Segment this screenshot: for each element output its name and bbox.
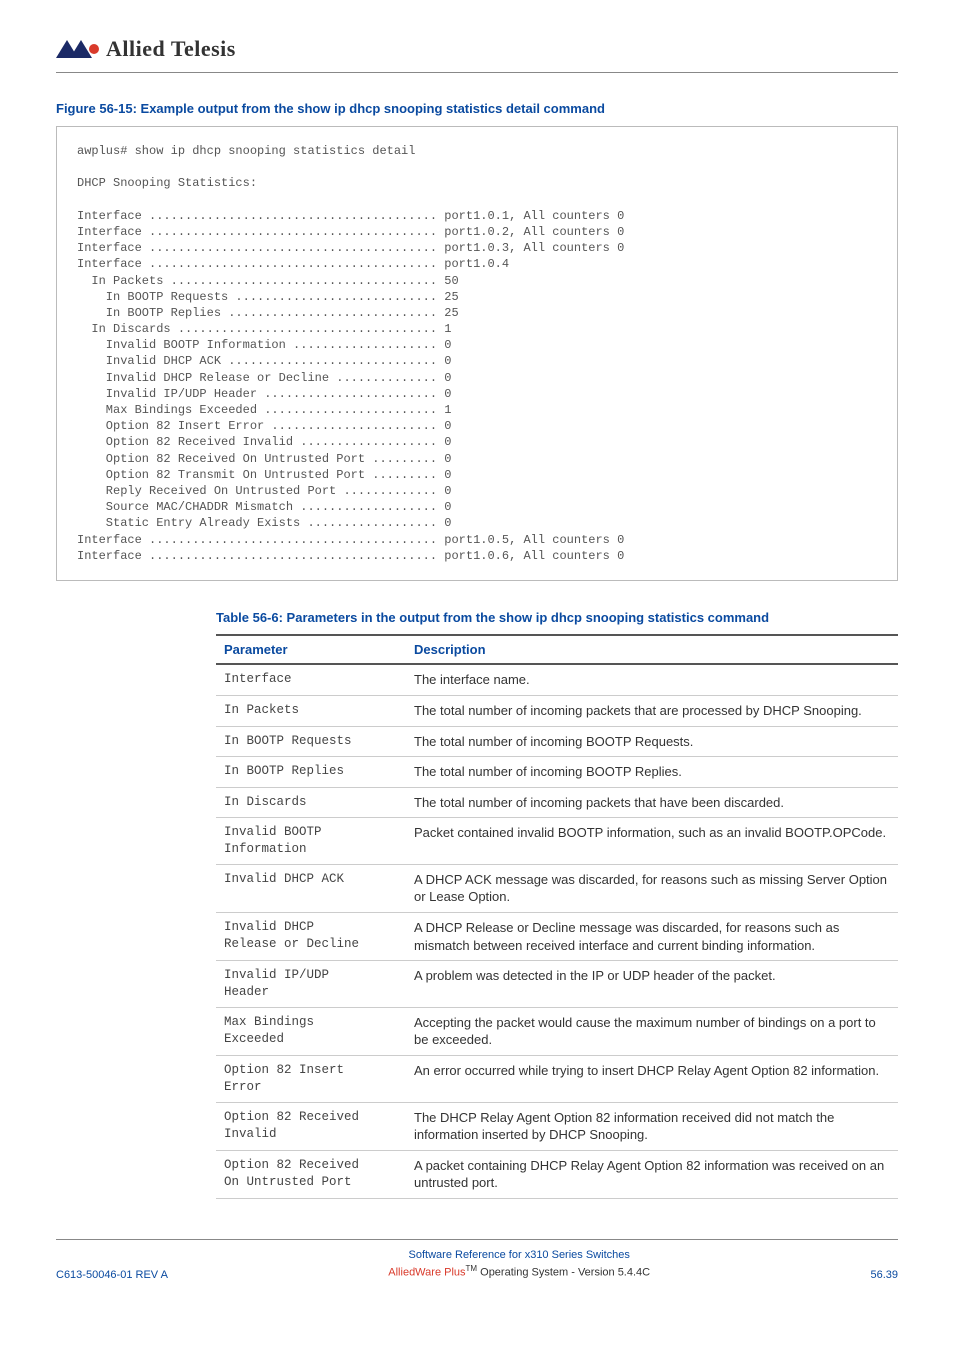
param-desc: A problem was detected in the IP or UDP … bbox=[406, 961, 898, 1008]
cli-header: DHCP Snooping Statistics: bbox=[77, 175, 877, 191]
param-desc: A DHCP Release or Decline message was di… bbox=[406, 913, 898, 961]
table-row: In PacketsThe total number of incoming p… bbox=[216, 695, 898, 726]
table-row: Invalid IP/UDP HeaderA problem was detec… bbox=[216, 961, 898, 1008]
page-footer: C613-50046-01 REV A Software Reference f… bbox=[56, 1239, 898, 1281]
param-name: Option 82 Insert Error bbox=[216, 1055, 406, 1102]
header-divider bbox=[56, 72, 898, 73]
param-desc: The interface name. bbox=[406, 664, 898, 695]
param-desc: The total number of incoming BOOTP Reque… bbox=[406, 726, 898, 757]
param-desc: The total number of incoming packets tha… bbox=[406, 787, 898, 818]
table-row: Option 82 Received On Untrusted PortA pa… bbox=[216, 1150, 898, 1198]
param-desc: Accepting the packet would cause the max… bbox=[406, 1007, 898, 1055]
logo-mark-icon bbox=[56, 38, 100, 60]
param-name: Option 82 Received On Untrusted Port bbox=[216, 1150, 406, 1198]
table-row: Max Bindings ExceededAccepting the packe… bbox=[216, 1007, 898, 1055]
footer-line1: Software Reference for x310 Series Switc… bbox=[168, 1248, 871, 1263]
table-row: Option 82 Insert ErrorAn error occurred … bbox=[216, 1055, 898, 1102]
table-row: Invalid DHCP Release or DeclineA DHCP Re… bbox=[216, 913, 898, 961]
footer-doc-id: C613-50046-01 REV A bbox=[56, 1269, 168, 1281]
footer-page-number: 56.39 bbox=[870, 1269, 898, 1281]
param-desc: The DHCP Relay Agent Option 82 informati… bbox=[406, 1102, 898, 1150]
col-header-parameter: Parameter bbox=[216, 635, 406, 664]
table-row: In DiscardsThe total number of incoming … bbox=[216, 787, 898, 818]
param-name: In BOOTP Requests bbox=[216, 726, 406, 757]
param-name: Invalid DHCP ACK bbox=[216, 864, 406, 912]
footer-divider bbox=[56, 1239, 898, 1240]
table-row: In BOOTP RepliesThe total number of inco… bbox=[216, 757, 898, 788]
param-desc: A packet containing DHCP Relay Agent Opt… bbox=[406, 1150, 898, 1198]
table-row: Option 82 Received InvalidThe DHCP Relay… bbox=[216, 1102, 898, 1150]
param-desc: The total number of incoming packets tha… bbox=[406, 695, 898, 726]
table-row: Invalid DHCP ACKA DHCP ACK message was d… bbox=[216, 864, 898, 912]
cli-output: Interface ..............................… bbox=[77, 208, 877, 564]
param-desc: A DHCP ACK message was discarded, for re… bbox=[406, 864, 898, 912]
logo-text: Allied Telesis bbox=[106, 36, 236, 62]
table-row: In BOOTP RequestsThe total number of inc… bbox=[216, 726, 898, 757]
param-name: In Packets bbox=[216, 695, 406, 726]
param-name: Invalid BOOTP Information bbox=[216, 818, 406, 865]
cli-command: awplus# show ip dhcp snooping statistics… bbox=[77, 143, 877, 159]
param-name: In Discards bbox=[216, 787, 406, 818]
param-name: Invalid IP/UDP Header bbox=[216, 961, 406, 1008]
param-desc: The total number of incoming BOOTP Repli… bbox=[406, 757, 898, 788]
param-name: Max Bindings Exceeded bbox=[216, 1007, 406, 1055]
figure-title: Figure 56-15: Example output from the sh… bbox=[56, 101, 898, 116]
parameters-table: Parameter Description InterfaceThe inter… bbox=[216, 634, 898, 1198]
param-name: Option 82 Received Invalid bbox=[216, 1102, 406, 1150]
cli-output-box: awplus# show ip dhcp snooping statistics… bbox=[56, 126, 898, 581]
param-desc: Packet contained invalid BOOTP informati… bbox=[406, 818, 898, 865]
param-name: In BOOTP Replies bbox=[216, 757, 406, 788]
table-row: Invalid BOOTP InformationPacket containe… bbox=[216, 818, 898, 865]
footer-line2: AlliedWare PlusTM Operating System - Ver… bbox=[168, 1263, 871, 1281]
param-name: Interface bbox=[216, 664, 406, 695]
param-name: Invalid DHCP Release or Decline bbox=[216, 913, 406, 961]
table-title: Table 56-6: Parameters in the output fro… bbox=[216, 609, 898, 627]
brand-logo: Allied Telesis bbox=[56, 36, 898, 62]
col-header-description: Description bbox=[406, 635, 898, 664]
table-row: InterfaceThe interface name. bbox=[216, 664, 898, 695]
param-desc: An error occurred while trying to insert… bbox=[406, 1055, 898, 1102]
